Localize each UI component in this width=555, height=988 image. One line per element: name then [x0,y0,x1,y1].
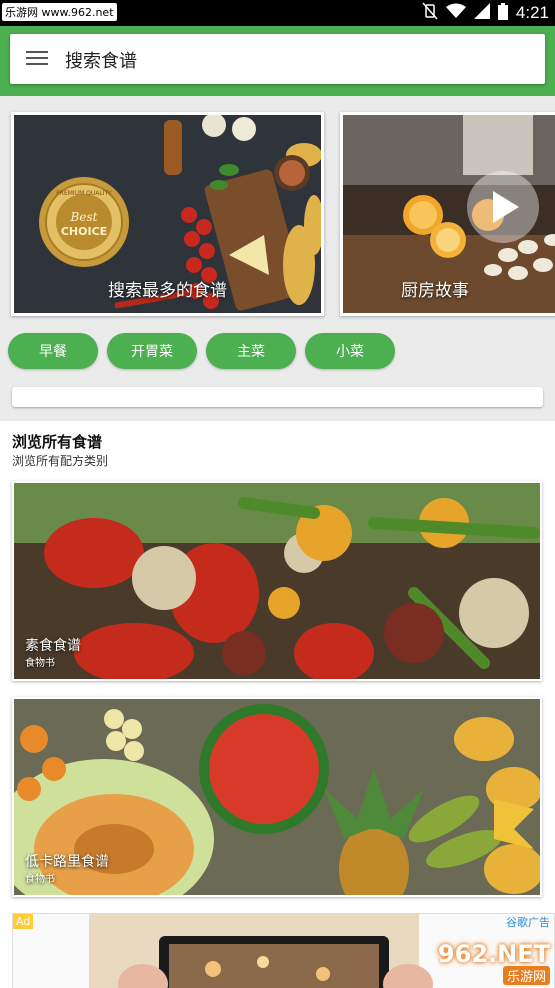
chip-breakfast[interactable]: 早餐 [8,333,98,369]
watermark-logo-sub: 乐游网 [502,966,550,985]
status-icons: 4:21 [422,2,549,24]
ad-provider-label: 谷歌广告 [506,916,550,929]
watermark-logo: 962.NET [437,940,550,968]
clock: 4:21 [515,3,549,22]
badge-main-text: Best [70,210,98,224]
category-chips: 早餐 开胃菜 主菜 小菜 [0,326,555,386]
category-source: 食物书 [25,658,55,669]
wifi-icon [445,3,466,23]
chip-main-course[interactable]: 主菜 [206,333,296,369]
empty-content-bar [12,387,543,407]
featured-label: 厨房故事 [401,281,469,301]
app-header: 搜索食谱 [0,26,555,96]
category-source: 食物书 [25,874,55,885]
category-card-low-calorie[interactable]: 低卡路里食谱 食物书 [12,697,542,897]
featured-card-most-searched[interactable]: PREMIUM QUALITY Best CHOICE 搜索最多的食谱 [11,112,324,316]
signal-icon [473,3,490,23]
category-card-vegetarian[interactable]: 素食食谱 食物书 [12,481,542,681]
search-bar[interactable]: 搜索食谱 [10,34,545,84]
browse-title: 浏览所有食谱 [12,433,103,451]
badge-sub-text: CHOICE [61,225,107,238]
category-name: 低卡路里食谱 [25,854,109,870]
watermark-label: 乐游网 www.962.net [2,3,117,21]
chip-appetizer[interactable]: 开胃菜 [107,333,197,369]
browse-section: 浏览所有食谱 浏览所有配方类别 素食食谱 食物书 低卡路里食谱 食物书 Ad 谷… [0,421,555,988]
vibrate-off-icon [422,2,438,24]
browse-subtitle: 浏览所有配方类别 [12,454,109,468]
featured-label: 搜索最多的食谱 [108,281,227,301]
category-name: 素食食谱 [25,638,81,654]
status-bar: 乐游网 www.962.net 4:21 [0,0,555,26]
hamburger-menu-icon[interactable] [26,50,48,66]
featured-card-kitchen-story[interactable]: 厨房故事 [340,112,555,316]
category-image-vegetables [14,483,540,679]
chip-side-dish[interactable]: 小菜 [305,333,395,369]
battery-icon [497,2,508,24]
ad-tag: Ad [13,914,34,929]
featured-carousel: PREMIUM QUALITY Best CHOICE 搜索最多的食谱 厨房故事 [0,96,555,326]
badge-top-text: PREMIUM QUALITY [56,190,112,197]
search-title[interactable]: 搜索食谱 [65,47,137,73]
ad-banner[interactable]: Ad 谷歌广告 962.NET 乐游网 [12,913,555,988]
